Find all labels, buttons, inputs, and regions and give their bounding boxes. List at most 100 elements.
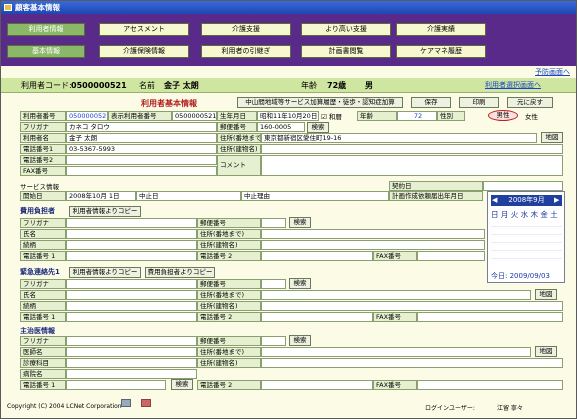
tab-caremanager-history[interactable]: ケアマネ履歴 <box>396 45 486 58</box>
payer-postal-field[interactable] <box>261 218 286 228</box>
disp-no-field[interactable]: 0500000521 <box>172 111 217 121</box>
emergency-map-button[interactable]: 地図 <box>535 289 557 300</box>
tab-advanced-support[interactable]: より高い支援 <box>301 23 391 36</box>
age-field: 72 <box>397 111 437 121</box>
tel2-field[interactable] <box>66 155 217 165</box>
user-code: 0500000521 <box>71 81 127 90</box>
suspend-field[interactable]: 中止日 <box>136 191 241 201</box>
fax-field[interactable] <box>66 166 217 176</box>
save-button[interactable]: 保存 <box>411 97 451 108</box>
doctor-bldg-field[interactable] <box>261 358 563 368</box>
calendar-grid[interactable] <box>491 219 562 265</box>
doctor-fax-field[interactable] <box>417 380 563 390</box>
payer-kana-field[interactable] <box>66 218 197 228</box>
tab-care-support[interactable]: 介護支援 <box>201 23 291 36</box>
payer-relation-label: 続柄 <box>20 240 66 250</box>
tel1-field[interactable]: 03-5367-5993 <box>66 144 217 154</box>
emergency-tel1-field[interactable] <box>66 312 197 322</box>
emergency-tel2-field[interactable] <box>261 312 373 322</box>
emergency-copy2-button[interactable]: 費用負担者よりコピー <box>145 267 215 278</box>
tab-care-record[interactable]: 介護実績 <box>396 23 486 36</box>
doctor-kana-field[interactable] <box>66 336 197 346</box>
emergency-postal-field[interactable] <box>261 279 286 289</box>
surcharge-button[interactable]: 中山間地域等サービス加算履歴・徒歩・認知症加算 <box>237 97 403 108</box>
doctor-tel-search-button[interactable]: 検索 <box>171 379 193 390</box>
payer-tel2-field[interactable] <box>261 251 373 261</box>
kana-field[interactable]: カネコ タロウ <box>66 122 217 132</box>
next-month-icon[interactable]: ▶ <box>554 196 559 204</box>
era-checkbox[interactable]: ☑ 和暦 <box>321 111 342 121</box>
postal-field[interactable]: 160-0005 <box>257 122 305 132</box>
payer-name-field[interactable] <box>66 229 197 239</box>
start-date-field[interactable]: 2008年10月 1日 <box>66 191 136 201</box>
bldg-field[interactable] <box>261 144 563 154</box>
doctor-addr-field[interactable] <box>261 347 531 357</box>
emergency-copy-button[interactable]: 利用者情報よりコピー <box>69 267 141 278</box>
tab-handover[interactable]: 利用者の引継ぎ <box>201 45 291 58</box>
start-label: 開始日 <box>20 191 66 201</box>
tab-insurance-info[interactable]: 介護保険情報 <box>99 45 189 58</box>
emergency-name-field[interactable] <box>66 290 197 300</box>
emergency-relation-field[interactable] <box>66 301 197 311</box>
payer-bldg-label: 住所(建物名) <box>197 240 261 250</box>
postal-search-button[interactable]: 検索 <box>307 122 329 133</box>
payer-fax-field[interactable] <box>417 251 485 261</box>
pen-icon[interactable] <box>121 399 131 407</box>
payer-copy-button[interactable]: 利用者情報よりコピー <box>69 206 141 217</box>
emergency-search-button[interactable]: 検索 <box>289 278 311 289</box>
doctor-search-button[interactable]: 検索 <box>289 335 311 346</box>
birth-date-field[interactable]: 昭和11年10月20日 <box>257 111 319 121</box>
payer-addr-field[interactable] <box>261 229 485 239</box>
user-sex: 男 <box>365 81 373 90</box>
prev-month-icon[interactable]: ◀ <box>492 196 497 204</box>
book-icon[interactable] <box>141 399 151 407</box>
male-radio[interactable]: 男性 <box>488 110 518 121</box>
contract-field[interactable] <box>483 181 563 191</box>
user-age: 72歳 <box>327 81 347 90</box>
footer: Copyright (C) 2004 LCNet Corporation ログイ… <box>1 397 576 418</box>
doctor-map-button[interactable]: 地図 <box>535 346 557 357</box>
doctor-postal-field[interactable] <box>261 336 286 346</box>
user-select-link[interactable]: 利用者選択画面へ <box>485 78 541 93</box>
tab-plan-view[interactable]: 計画書閲覧 <box>301 45 391 58</box>
calendar-popup[interactable]: 2008年9月 ◀ ▶ 日 月 火 水 木 金 土 今日: 2009/09/03 <box>487 191 565 283</box>
tab-assessment[interactable]: アセスメント <box>99 23 189 36</box>
emergency-bldg-field[interactable] <box>261 301 563 311</box>
emergency-fax-field[interactable] <box>417 312 563 322</box>
tab-basic-info[interactable]: 基本情報 <box>7 45 85 58</box>
payer-search-button[interactable]: 検索 <box>289 217 311 228</box>
doctor-dept-field[interactable] <box>66 358 197 368</box>
username-field[interactable]: 金子 太朗 <box>66 133 217 143</box>
emergency-relation-label: 続柄 <box>20 301 66 311</box>
payer-relation-field[interactable] <box>66 240 197 250</box>
addr-label: 住所(番地まで) <box>217 133 261 143</box>
doctor-tel2-field[interactable] <box>261 380 373 390</box>
plan-label: 計画作成依頼届出年月日 <box>389 191 483 201</box>
emergency-tel1-label: 電話番号 1 <box>20 312 66 322</box>
tel1-label: 電話番号1 <box>20 144 66 154</box>
payer-bldg-field[interactable] <box>261 240 485 250</box>
map-button[interactable]: 地図 <box>541 132 563 143</box>
doctor-tel1-field[interactable] <box>66 380 166 390</box>
prev-screen-link[interactable]: 予防画面へ <box>535 67 570 77</box>
addr-field[interactable]: 東京都新宿区愛住町19-16 <box>261 133 537 143</box>
tab-user-info[interactable]: 利用者情報 <box>7 23 85 36</box>
payer-postal-label: 郵便番号 <box>197 218 261 228</box>
calendar-today[interactable]: 今日: 2009/09/03 <box>491 271 550 281</box>
undo-button[interactable]: 元に戻す <box>507 97 553 108</box>
print-button[interactable]: 印刷 <box>459 97 499 108</box>
disp-no-label: 表示利用者番号 <box>108 111 172 121</box>
emergency-kana-field[interactable] <box>66 279 197 289</box>
payer-tel1-field[interactable] <box>66 251 197 261</box>
comment-field[interactable] <box>261 155 563 176</box>
age-label: 年齢 <box>301 81 317 90</box>
doctor-addr-label: 住所(番地まで) <box>197 347 261 357</box>
female-radio[interactable]: 女性 <box>525 111 538 121</box>
emergency-addr-field[interactable] <box>261 290 531 300</box>
doctor-hosp-field[interactable] <box>66 369 197 379</box>
doctor-name-field[interactable] <box>66 347 197 357</box>
reason-field[interactable]: 中止理由 <box>241 191 389 201</box>
username-label: 利用者名 <box>20 133 66 143</box>
user-no-field[interactable]: 0500000521 <box>66 111 108 121</box>
fax-label: FAX番号 <box>20 166 66 176</box>
